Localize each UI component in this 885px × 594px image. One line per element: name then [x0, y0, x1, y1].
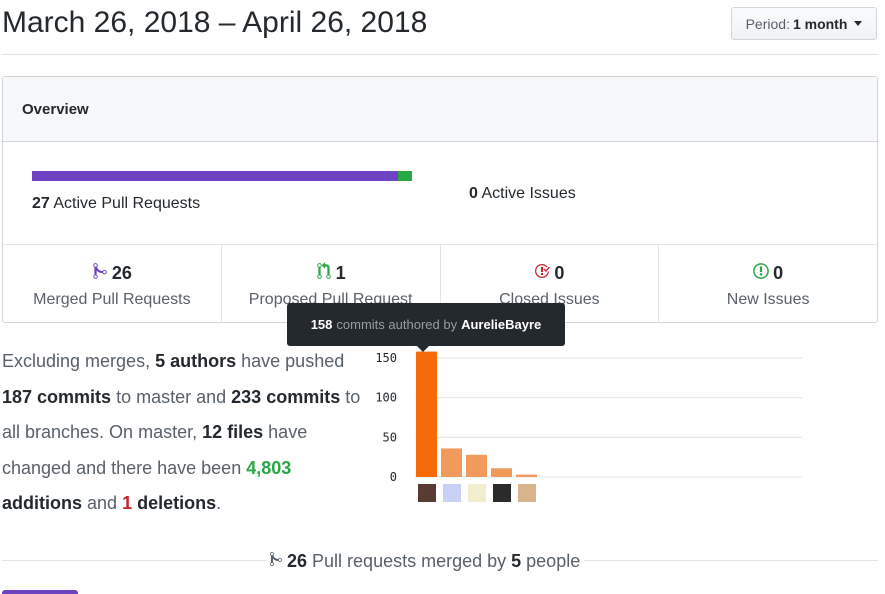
merged-pull-requests-count: 26 [111, 263, 132, 283]
author-avatar[interactable] [468, 484, 486, 502]
master-commits-count: 187 commits [2, 386, 112, 407]
y-tick-label: 150 [375, 351, 397, 365]
git-merge-icon [92, 262, 108, 285]
y-tick-label: 0 [390, 470, 397, 484]
author-avatar[interactable] [493, 484, 511, 502]
summary-text-6: and [87, 493, 118, 513]
y-tick-label: 100 [375, 391, 397, 405]
period-label: Period: [745, 15, 790, 32]
tooltip-author: AurelieBayre [461, 317, 542, 332]
merged-pull-requests-label: Merged Pull Requests [33, 291, 191, 308]
chart-tooltip: 158 commits authored by AurelieBayre [287, 303, 565, 352]
stat-new-issues[interactable]: 0 New Issues [659, 245, 877, 323]
pull-request-progress-bar[interactable] [32, 171, 412, 181]
merged-count: 26 [287, 551, 308, 571]
active-issues-link[interactable]: 0 Active Issues [469, 185, 576, 203]
header-divider [2, 54, 878, 55]
files-changed-count: 12 files [202, 422, 264, 442]
new-issues-label: New Issues [726, 291, 810, 308]
chart-bar[interactable] [466, 454, 487, 477]
chart-bar[interactable] [516, 474, 537, 477]
overview-panel: Overview 27 Active Pull Requests 0 Activ… [2, 76, 878, 323]
active-pull-requests-link[interactable]: 27 Active Pull Requests [32, 195, 200, 213]
authors-count: 5 authors [155, 351, 237, 371]
issue-closed-icon [534, 262, 551, 285]
overview-summary: 27 Active Pull Requests 0 Active Issues [3, 142, 877, 245]
merged-by-text: Pull requests merged by [312, 551, 507, 571]
git-pull-request-icon [316, 262, 332, 285]
author-avatar[interactable] [418, 484, 436, 502]
new-issues-count: 0 [773, 263, 784, 283]
deletions-count: 1 [122, 493, 133, 513]
merged-by-heading: 26 Pull requests merged by 5 people [266, 551, 585, 572]
additions-count: 4,803 [246, 457, 292, 478]
commit-summary: Excluding merges, 5 authors have pushed … [2, 344, 362, 522]
commits-by-author-chart: 0 50 100 150 [375, 351, 802, 502]
period-value: 1 month [792, 15, 848, 32]
chart-bar[interactable] [441, 448, 462, 477]
chart-bar[interactable] [416, 351, 437, 477]
summary-text-1: Excluding merges, [2, 351, 151, 371]
stat-merged-pull-requests[interactable]: 26 Merged Pull Requests [3, 245, 222, 323]
period-select-button[interactable]: Period: 1 month [731, 7, 877, 40]
active-issues-count: 0 [469, 185, 478, 202]
caret-down-icon [854, 21, 863, 26]
git-merge-icon [270, 551, 282, 572]
tab-indicator [2, 590, 78, 594]
overview-heading: Overview [3, 77, 877, 142]
all-branches-commits-count: 233 commits [231, 386, 341, 407]
active-pull-requests-count: 27 [32, 195, 50, 212]
active-issues-label: Active Issues [481, 185, 576, 202]
page-title: March 26, 2018 – April 26, 2018 [2, 6, 428, 39]
summary-text-2: have pushed [241, 351, 345, 371]
issue-opened-icon [753, 262, 769, 285]
merged-segment [32, 171, 398, 181]
people-text: people [526, 551, 581, 571]
deletions-word: deletions [137, 493, 217, 513]
tooltip-text: commits authored by [336, 317, 458, 332]
y-tick-label: 50 [383, 430, 397, 444]
closed-issues-count: 0 [554, 263, 565, 283]
summary-period: . [216, 493, 222, 513]
tooltip-count: 158 [310, 317, 333, 332]
chart-bar[interactable] [491, 468, 512, 477]
additions-word: additions [2, 493, 82, 513]
author-avatar[interactable] [443, 484, 461, 502]
people-count: 5 [511, 551, 522, 571]
proposed-pull-request-count: 1 [335, 263, 346, 283]
author-avatar[interactable] [518, 484, 536, 502]
summary-text-3: to master and [116, 386, 227, 407]
open-segment [397, 171, 412, 181]
active-pull-requests-label: Active Pull Requests [53, 195, 201, 212]
